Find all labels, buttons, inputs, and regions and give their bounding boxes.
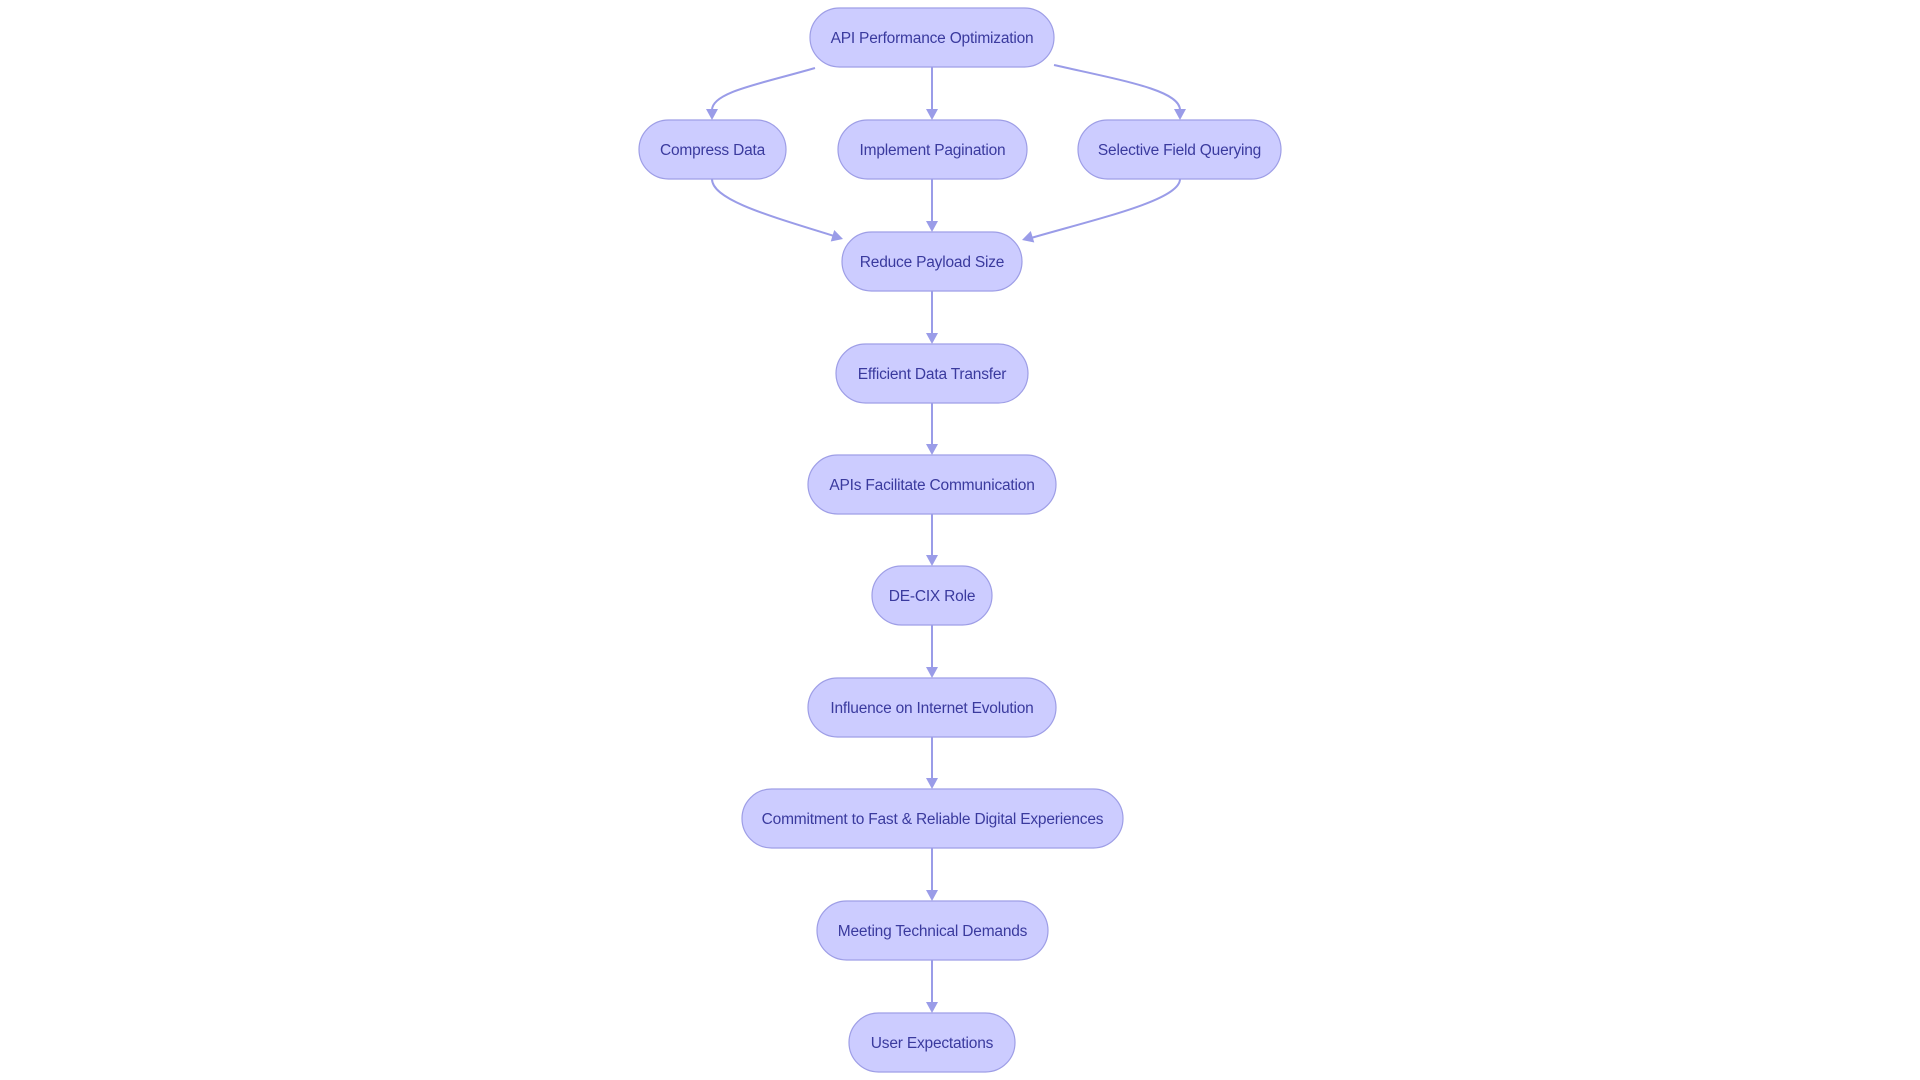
edge-reduce-to-efficient xyxy=(926,291,938,344)
node-compress[interactable]: Compress Data xyxy=(638,119,787,180)
arrowhead-icon xyxy=(926,444,938,455)
edge-pagination-to-reduce xyxy=(926,179,938,232)
node-efficient[interactable]: Efficient Data Transfer xyxy=(835,343,1029,404)
arrowhead-icon xyxy=(1174,109,1186,120)
node-label: Commitment to Fast & Reliable Digital Ex… xyxy=(762,811,1104,828)
edge-commitment-to-meeting xyxy=(926,848,938,901)
node-api-perf[interactable]: API Performance Optimization xyxy=(809,7,1055,68)
nodes-layer: API Performance Optimization Compress Dat… xyxy=(638,7,1282,1073)
node-label: Efficient Data Transfer xyxy=(858,366,1007,383)
node-label: Selective Field Querying xyxy=(1098,142,1261,159)
node-label: API Performance Optimization xyxy=(831,30,1034,47)
arrowhead-icon xyxy=(830,230,843,242)
edge-line xyxy=(1053,64,1181,111)
arrowhead-icon xyxy=(926,778,938,789)
edge-selective-to-reduce xyxy=(1022,178,1181,243)
edge-line xyxy=(711,67,816,111)
node-label: Reduce Payload Size xyxy=(860,254,1004,271)
arrowhead-icon xyxy=(926,555,938,566)
edge-apis_comm-to-decix xyxy=(926,514,938,566)
arrowhead-icon xyxy=(1022,231,1035,243)
node-label: Implement Pagination xyxy=(860,142,1006,159)
node-label: User Expectations xyxy=(871,1035,994,1052)
node-apis-comm[interactable]: APIs Facilitate Communication xyxy=(807,454,1057,515)
node-label: Meeting Technical Demands xyxy=(838,923,1028,940)
node-decix[interactable]: DE-CIX Role xyxy=(871,565,993,626)
edge-api_perf-to-pagination xyxy=(926,67,938,120)
edges-layer xyxy=(706,64,1186,1013)
node-influence[interactable]: Influence on Internet Evolution xyxy=(807,677,1057,738)
edge-meeting-to-user_exp xyxy=(926,960,938,1013)
arrowhead-icon xyxy=(926,221,938,232)
arrowhead-icon xyxy=(926,333,938,344)
edge-efficient-to-apis_comm xyxy=(926,403,938,455)
node-label: DE-CIX Role xyxy=(889,588,976,605)
flowchart-diagram: API Performance Optimization Compress Dat… xyxy=(638,7,1282,1073)
edge-line xyxy=(1030,178,1181,239)
edge-decix-to-influence xyxy=(926,625,938,678)
node-reduce[interactable]: Reduce Payload Size xyxy=(841,231,1023,292)
edge-line xyxy=(711,178,835,237)
node-label: Compress Data xyxy=(660,142,766,159)
arrowhead-icon xyxy=(926,1002,938,1013)
node-pagination[interactable]: Implement Pagination xyxy=(837,119,1028,180)
node-commitment[interactable]: Commitment to Fast & Reliable Digital Ex… xyxy=(741,788,1124,849)
arrowhead-icon xyxy=(926,890,938,901)
node-selective[interactable]: Selective Field Querying xyxy=(1077,119,1282,180)
edge-influence-to-commitment xyxy=(926,737,938,789)
arrowhead-icon xyxy=(706,109,718,120)
edge-compress-to-reduce xyxy=(711,178,843,242)
node-label: APIs Facilitate Communication xyxy=(829,477,1034,494)
node-label: Influence on Internet Evolution xyxy=(830,700,1033,717)
node-user-exp[interactable]: User Expectations xyxy=(848,1012,1016,1073)
edge-api_perf-to-selective xyxy=(1053,64,1186,120)
edge-api_perf-to-compress xyxy=(706,67,816,120)
arrowhead-icon xyxy=(926,109,938,120)
node-meeting[interactable]: Meeting Technical Demands xyxy=(816,900,1049,961)
arrowhead-icon xyxy=(926,667,938,678)
